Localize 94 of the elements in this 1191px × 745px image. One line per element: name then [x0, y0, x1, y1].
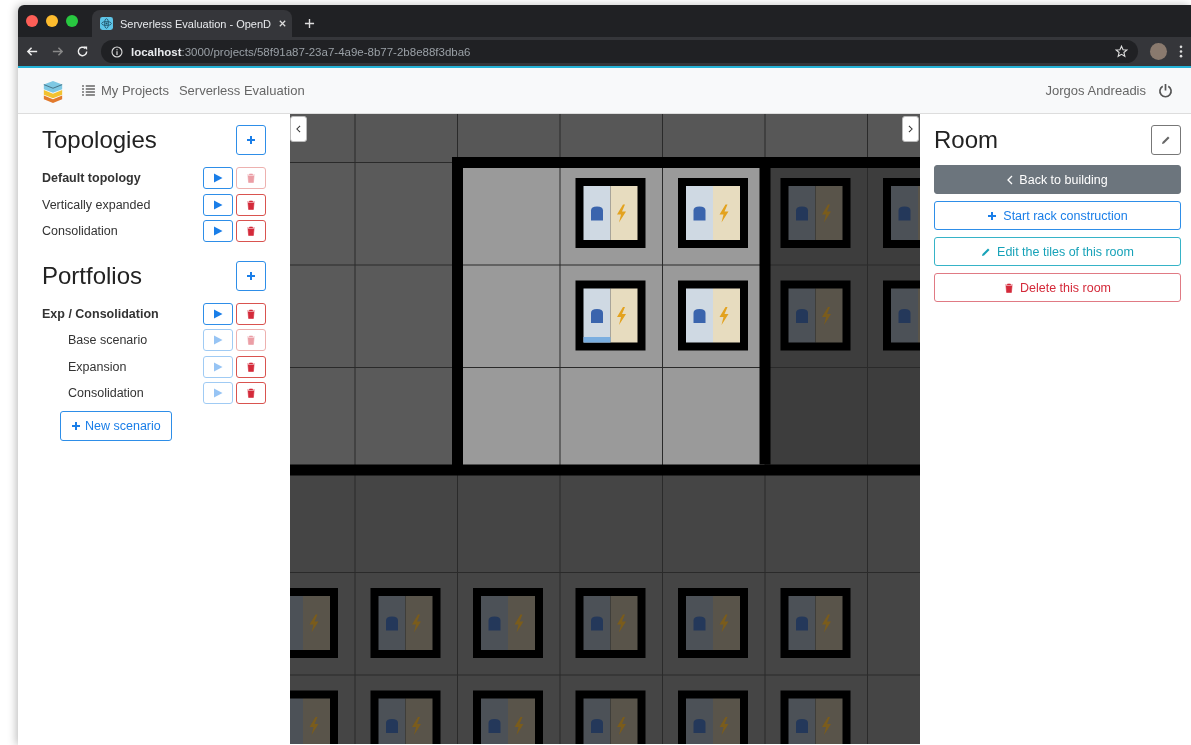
run-button[interactable]	[203, 193, 233, 216]
delete-button[interactable]	[236, 193, 266, 216]
star-icon[interactable]	[1115, 45, 1128, 58]
rack-tile[interactable]	[575, 178, 646, 248]
chevron-left-icon	[1007, 174, 1014, 185]
section-title: Topologies	[42, 126, 157, 154]
trash-icon	[246, 335, 256, 346]
back-arrow-icon[interactable]	[26, 45, 39, 58]
rack-tile[interactable]	[883, 178, 920, 248]
delete-button[interactable]	[236, 355, 266, 378]
scenario-item[interactable]: Expansion	[42, 359, 200, 374]
plus-icon	[987, 210, 998, 221]
collapse-panel-button[interactable]	[902, 116, 919, 142]
run-button[interactable]	[203, 302, 233, 325]
minimize-window-icon[interactable]	[46, 15, 58, 27]
rack-tile[interactable]	[678, 280, 748, 351]
user-name: Jorgos Andreadis	[1045, 83, 1146, 98]
run-button[interactable]	[203, 167, 233, 190]
rack-tile[interactable]	[290, 588, 338, 658]
section-title: Portfolios	[42, 261, 143, 290]
pencil-icon	[1161, 135, 1171, 145]
plus-icon[interactable]	[304, 18, 315, 29]
scenario-item[interactable]: Consolidation	[42, 386, 200, 401]
url-text: localhost:3000/projects/58f91a87-23a7-4a9e-8b77-2b8e88f3dba6	[131, 45, 472, 58]
rack-tile[interactable]	[473, 588, 543, 658]
rack-tile[interactable]	[883, 280, 920, 351]
add-button[interactable]	[236, 260, 266, 291]
info-icon	[111, 45, 123, 58]
play-icon	[213, 173, 223, 184]
list-icon	[82, 85, 95, 96]
play-icon	[213, 335, 223, 346]
rack-tile[interactable]	[780, 588, 851, 658]
play-icon	[213, 388, 223, 399]
rack-tile[interactable]	[678, 178, 748, 248]
trash-icon	[1004, 282, 1014, 293]
chevron-left-icon	[296, 125, 301, 133]
portfolio-item[interactable]: Exp / Consolidation	[42, 306, 200, 321]
play-icon	[213, 361, 223, 372]
rack-tile[interactable]	[678, 690, 748, 744]
collapse-sidebar-button[interactable]	[290, 116, 307, 142]
run-button[interactable]	[203, 220, 233, 243]
chevron-right-icon	[908, 125, 913, 133]
play-icon	[213, 199, 223, 210]
rack-tile[interactable]	[370, 690, 441, 744]
trash-icon	[246, 388, 256, 399]
rack-tile[interactable]	[370, 588, 441, 658]
power-icon[interactable]	[1158, 83, 1173, 98]
close-window-icon[interactable]	[26, 15, 38, 27]
close-icon[interactable]	[278, 19, 287, 28]
back-button[interactable]: Back to building	[934, 165, 1181, 194]
rack-tile[interactable]	[780, 280, 851, 351]
plus-icon	[71, 420, 81, 431]
topology-item[interactable]: Default topology	[42, 171, 200, 186]
delete-button[interactable]	[236, 382, 266, 405]
new-scenario-button[interactable]: New scenario	[60, 410, 172, 441]
logo-icon[interactable]	[42, 78, 64, 103]
project-link[interactable]: Serverless Evaluation	[178, 83, 305, 98]
plus-icon	[246, 135, 256, 145]
address-bar[interactable]: localhost:3000/projects/58f91a87-23a7-4a9e-8b77-2b8e88f3dba6	[101, 40, 1138, 63]
delete-button[interactable]: Delete this room	[934, 273, 1181, 302]
trash-icon	[246, 361, 256, 372]
my-projects-link[interactable]: My Projects	[82, 83, 169, 98]
play-icon	[213, 226, 223, 237]
delete-button[interactable]	[236, 220, 266, 243]
delete-button[interactable]	[236, 302, 266, 325]
add-button[interactable]: Start rack construction	[934, 201, 1181, 230]
rename-button[interactable]	[1151, 125, 1181, 155]
rack-tile[interactable]	[473, 690, 543, 744]
rack-tile[interactable]	[678, 588, 748, 658]
forward-arrow-icon[interactable]	[51, 45, 64, 58]
topology-item[interactable]: Vertically expanded	[42, 197, 200, 212]
menu-icon[interactable]	[1179, 45, 1183, 58]
rack-tile[interactable]	[575, 280, 646, 351]
panel-title: Room	[934, 126, 999, 154]
maximize-window-icon[interactable]	[66, 15, 78, 27]
trash-icon	[246, 173, 256, 184]
plus-icon	[246, 270, 256, 281]
rack-tile[interactable]	[575, 690, 646, 744]
rack-tile[interactable]	[290, 690, 338, 744]
trash-icon	[246, 226, 256, 237]
topology-item[interactable]: Consolidation	[42, 224, 200, 239]
add-button[interactable]	[236, 125, 266, 155]
rack-tile[interactable]	[780, 178, 851, 248]
reload-icon[interactable]	[76, 45, 89, 58]
rack-tile[interactable]	[780, 690, 851, 744]
trash-icon	[246, 199, 256, 210]
atom-icon	[100, 17, 113, 30]
pencil-icon	[981, 246, 992, 257]
scenario-item[interactable]: Base scenario	[42, 333, 200, 348]
play-icon	[213, 308, 223, 319]
browser-tab[interactable]: Serverless Evaluation - OpenD	[92, 10, 292, 37]
trash-icon	[246, 308, 256, 319]
rack-tile[interactable]	[575, 588, 646, 658]
avatar-icon[interactable]	[1150, 43, 1167, 60]
